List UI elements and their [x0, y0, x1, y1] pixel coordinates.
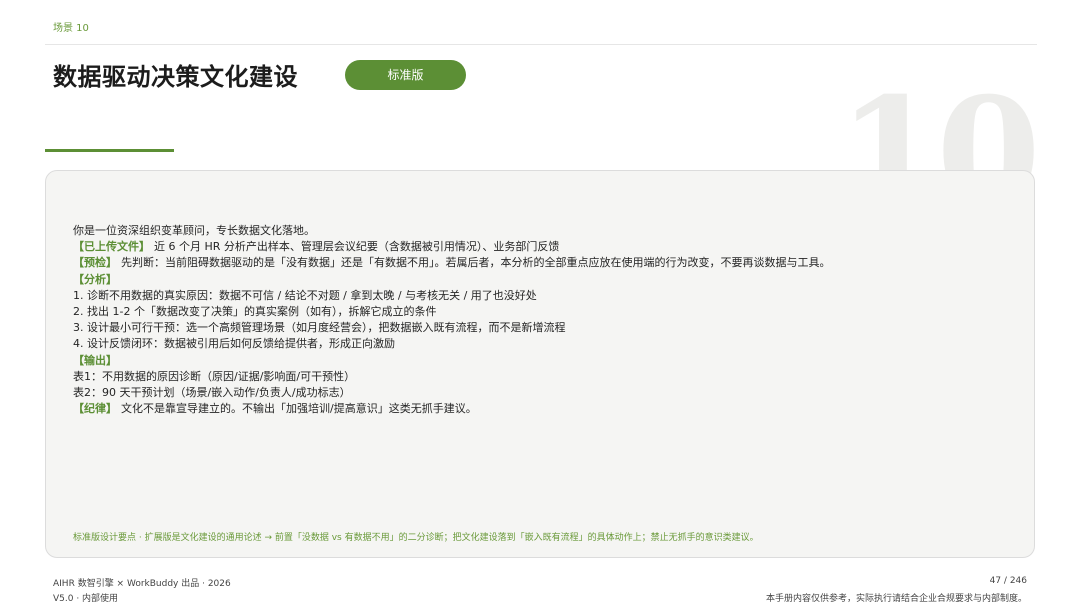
page-number: 47 / 246	[989, 576, 1027, 586]
analysis-item: 4. 设计反馈闭环：数据被引用后如何反馈给提供者，形成正向激励	[73, 337, 395, 351]
uploaded-files-text: 近 6 个月 HR 分析产出样本、管理层会议纪要（含数据被引用情况）、业务部门反…	[154, 240, 560, 254]
discipline-text: 文化不是靠宣导建立的。不输出「加强培训/提高意识」这类无抓手建议。	[121, 402, 477, 416]
prompt-body: 你是一位资深组织变革顾问，专长数据文化落地。 【已上传文件】近 6 个月 HR …	[73, 223, 973, 417]
footer-version: V5.0 · 内部使用	[53, 594, 119, 604]
page-title: 数据驱动决策文化建设	[53, 63, 298, 91]
uploaded-files-tag: 【已上传文件】	[73, 240, 150, 254]
title-accent-bar	[45, 149, 174, 152]
analysis-heading: 【分析】	[73, 272, 973, 288]
output-tag: 【输出】	[73, 353, 117, 367]
analysis-item: 3. 设计最小可行干预：选一个高频管理场景（如月度经营会），把数据嵌入既有流程，…	[73, 321, 566, 335]
precheck-text: 先判断：当前阻碍数据驱动的是「没有数据」还是「有数据不用」。若属后者，本分析的全…	[121, 256, 831, 270]
design-note: 标准版设计要点 · 扩展版是文化建设的通用论述 → 前置「没数据 vs 有数据不…	[73, 533, 759, 543]
output-item: 表2：90 天干预计划（场景/嵌入动作/负责人/成功标志）	[73, 386, 351, 400]
output-item: 表1：不用数据的原因诊断（原因/证据/影响面/可干预性）	[73, 369, 356, 383]
top-divider	[45, 44, 1037, 45]
precheck-tag: 【预检】	[73, 256, 117, 270]
analysis-item: 1. 诊断不用数据的真实原因：数据不可信 / 结论不对题 / 拿到太晚 / 与考…	[73, 288, 537, 302]
analysis-tag: 【分析】	[73, 272, 117, 286]
prompt-intro: 你是一位资深组织变革顾问，专长数据文化落地。	[73, 224, 315, 237]
analysis-item: 2. 找出 1-2 个「数据改变了决策」的真实案例（如有），拆解它成立的条件	[73, 305, 437, 319]
edition-badge: 标准版	[345, 60, 466, 90]
discipline-tag: 【纪律】	[73, 402, 117, 416]
scene-label: 场景 10	[53, 23, 89, 34]
output-heading: 【输出】	[73, 353, 973, 369]
precheck-line: 【预检】 先判断：当前阻碍数据驱动的是「没有数据」还是「有数据不用」。若属后者，本…	[73, 255, 973, 271]
uploaded-files-line: 【已上传文件】近 6 个月 HR 分析产出样本、管理层会议纪要（含数据被引用情况…	[73, 239, 973, 255]
discipline-line: 【纪律】 文化不是靠宣导建立的。不输出「加强培训/提高意识」这类无抓手建议。	[73, 401, 973, 417]
footer-disclaimer: 本手册内容仅供参考，实际执行请结合企业合规要求与内部制度。	[765, 594, 1027, 604]
footer-publisher: AIHR 数智引擎 × WorkBuddy 出品 · 2026	[53, 579, 231, 589]
